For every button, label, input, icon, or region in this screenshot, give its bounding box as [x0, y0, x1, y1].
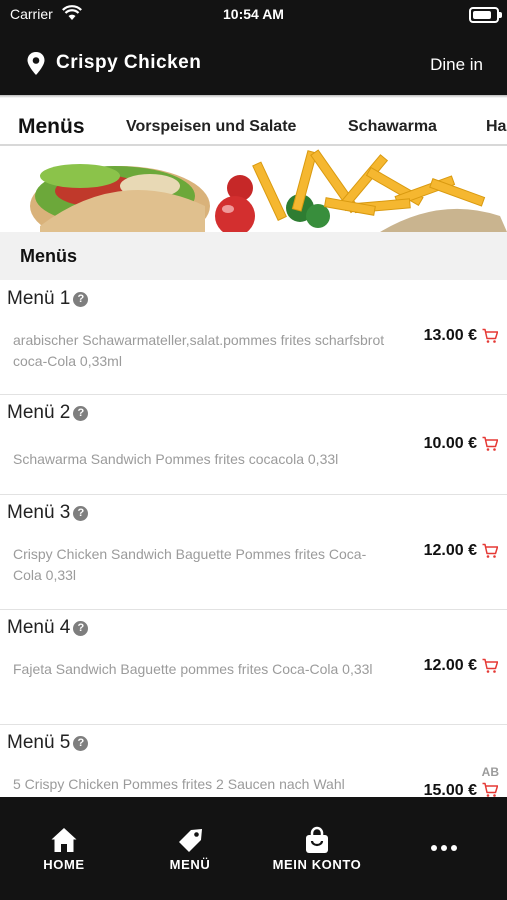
info-icon[interactable]: ? [73, 406, 89, 421]
list-item[interactable]: Menü 4? Fajeta Sandwich Baguette pommes … [0, 609, 507, 725]
item-title: Menü 3? [7, 502, 89, 524]
item-description: 5 Crispy Chicken Pommes frites 2 Saucen … [13, 776, 345, 792]
bottom-navigation: HOME MENÜ MEIN KONTO [0, 797, 507, 900]
category-banner-image [0, 146, 507, 232]
nav-account-label: MEIN KONTO [272, 857, 362, 872]
more-icon [431, 845, 457, 851]
cart-icon[interactable] [482, 328, 498, 344]
item-title: Menü 4? [7, 617, 89, 639]
restaurant-name[interactable]: Crispy Chicken [56, 52, 201, 74]
location-pin-icon [27, 52, 45, 75]
tab-menus[interactable]: Menüs [18, 115, 85, 139]
item-description: arabischer Schawarmateller,salat.pommes … [13, 332, 385, 369]
tab-schawarma[interactable]: Schawarma [348, 118, 437, 136]
item-price: 12.00 € [423, 542, 477, 559]
tab-vorspeisen[interactable]: Vorspeisen und Salate [126, 118, 296, 136]
home-icon [51, 828, 77, 852]
list-item[interactable]: Menü 5? 5 Crispy Chicken Pommes frites 2… [0, 724, 507, 797]
section-title: Menüs [20, 246, 78, 266]
item-price: 12.00 € [423, 657, 477, 674]
info-icon[interactable]: ? [73, 621, 89, 636]
cart-icon[interactable] [482, 658, 498, 674]
list-item[interactable]: Menü 1? arabischer Schawarmateller,salat… [0, 280, 507, 395]
nav-menu[interactable]: MENÜ [130, 826, 250, 872]
info-icon[interactable]: ? [73, 292, 89, 307]
battery-icon [469, 7, 502, 23]
item-description: Fajeta Sandwich Baguette pommes frites C… [13, 661, 373, 677]
dine-in-mode[interactable]: Dine in [430, 55, 483, 75]
clock: 10:54 AM [223, 6, 284, 22]
item-price: 13.00 € [423, 327, 477, 344]
tab-ha[interactable]: Ha [486, 118, 506, 136]
status-bar: Carrier 10:54 AM [0, 0, 507, 30]
bag-icon [306, 826, 328, 853]
list-item[interactable]: Menü 2? Schawarma Sandwich Pommes frites… [0, 394, 507, 495]
item-price: 10.00 € [423, 435, 477, 452]
app-header: Carrier 10:54 AM Crispy Chicken Dine in [0, 0, 507, 95]
info-icon[interactable]: ? [73, 736, 89, 751]
cart-icon[interactable] [482, 782, 498, 797]
menu-item-list: Menü 1? arabischer Schawarmateller,salat… [0, 280, 507, 797]
cart-icon[interactable] [482, 436, 498, 452]
list-item[interactable]: Menü 3? Crispy Chicken Sandwich Baguette… [0, 494, 507, 610]
nav-home[interactable]: HOME [4, 826, 124, 872]
nav-menu-label: MENÜ [169, 857, 211, 872]
info-icon[interactable]: ? [73, 506, 89, 521]
item-price: 15.00 € [423, 782, 477, 797]
category-tabs: Menüs Vorspeisen und Salate Schawarma Ha [0, 98, 507, 144]
item-title: Menü 1? [7, 288, 89, 310]
nav-account[interactable]: MEIN KONTO [257, 826, 377, 872]
item-description: Crispy Chicken Sandwich Baguette Pommes … [13, 546, 367, 583]
item-title: Menü 2? [7, 402, 89, 424]
section-header: Menüs [0, 232, 507, 280]
tag-icon [179, 829, 202, 852]
nav-home-label: HOME [43, 857, 85, 872]
item-title: Menü 5? [7, 732, 89, 754]
ab-badge: AB [481, 765, 499, 779]
nav-more[interactable] [384, 826, 504, 867]
item-description: Schawarma Sandwich Pommes frites cocacol… [13, 451, 339, 467]
cart-icon[interactable] [482, 543, 498, 559]
